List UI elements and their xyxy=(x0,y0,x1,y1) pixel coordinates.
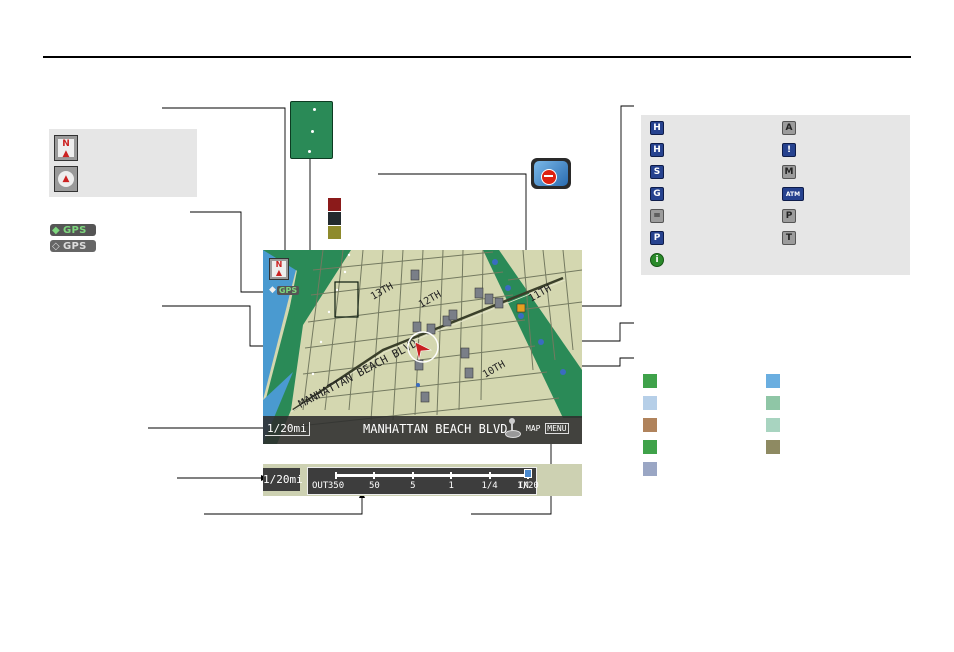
gps-off-icon: ◇ GPS xyxy=(50,240,96,252)
gas-station-icon: G xyxy=(650,187,664,201)
traffic-swatch-red xyxy=(328,198,341,211)
map-color-right-swatch xyxy=(766,418,780,432)
map-canvas[interactable]: 13TH 12TH 11TH 10TH MANHATTAN BEACH BLVD xyxy=(263,250,582,444)
map-status-bar: 1/20mi MANHATTAN BEACH BLVD MAP MENU xyxy=(263,416,582,444)
map-color-right-swatch xyxy=(766,440,780,454)
scale-out-label: OUT xyxy=(312,481,329,491)
map-menu-button[interactable]: MAP MENU xyxy=(526,423,569,434)
poi-legend-panel: H A H! S M G ATM = P P Ti xyxy=(641,115,910,275)
map-color-left-swatch xyxy=(643,418,657,432)
shopping-icon: S xyxy=(650,165,664,179)
traffic-swatch-olive xyxy=(328,226,341,239)
orientation-legend: N ▲ ▲ xyxy=(49,129,197,197)
map-color-right-swatch xyxy=(766,374,780,388)
acura-dealer-icon: A xyxy=(782,121,796,135)
museum-icon: M xyxy=(782,165,796,179)
scale-tick[interactable] xyxy=(335,472,337,479)
map-color-left-swatch xyxy=(643,462,657,476)
incident-icon xyxy=(531,158,571,189)
map-screen[interactable]: 13TH 12TH 11TH 10TH MANHATTAN BEACH BLVD… xyxy=(263,250,582,444)
map-gps-indicator: ◆ GPS xyxy=(269,285,300,295)
scale-slider-thumb[interactable] xyxy=(524,469,532,478)
construction-icon: ! xyxy=(782,143,796,157)
north-up-icon: N ▲ xyxy=(54,135,78,161)
post-office-icon: P xyxy=(650,231,664,245)
breadcrumb-sample xyxy=(290,101,333,159)
scale-tick[interactable] xyxy=(488,472,491,479)
honda-dealer-icon: H xyxy=(650,121,664,135)
map-color-left-swatch xyxy=(643,440,657,454)
traffic-swatch-dark xyxy=(328,212,341,225)
current-street-label: MANHATTAN BEACH BLVD xyxy=(363,422,508,436)
scale-tick-label: 1/4 xyxy=(481,481,498,491)
map-north-icon[interactable]: N ▲ xyxy=(269,258,289,280)
scale-tick-label: 1 xyxy=(448,481,454,491)
gps-on-icon: ◆ GPS xyxy=(50,224,96,236)
scale-bar-screen: 1/20mi 350 50 5 1 1/4 1/20 OUT IN xyxy=(263,464,582,496)
heading-up-icon: ▲ xyxy=(54,166,78,192)
hotel-icon: = xyxy=(650,209,664,223)
gps-legend: ◆ GPS ◇ GPS xyxy=(50,224,96,252)
map-color-left-swatch xyxy=(643,396,657,410)
train-station-icon: T xyxy=(782,231,796,245)
map-color-left-swatch xyxy=(643,374,657,388)
joystick-icon xyxy=(504,418,521,438)
scale-bar-label[interactable]: 1/20mi xyxy=(263,468,303,491)
information-icon: i xyxy=(650,253,664,267)
scale-tick[interactable] xyxy=(411,472,414,479)
scale-tick[interactable] xyxy=(450,472,453,479)
scale-tick-label: 5 xyxy=(410,481,416,491)
parking-icon: P xyxy=(782,209,796,223)
scale-track xyxy=(336,474,528,477)
map-scale-label[interactable]: 1/20mi xyxy=(265,422,310,436)
map-color-right-swatch xyxy=(766,396,780,410)
scale-in-label: IN xyxy=(518,481,529,491)
scale-selector[interactable]: 350 50 5 1 1/4 1/20 OUT IN xyxy=(307,467,539,495)
atm-icon: ATM xyxy=(782,187,804,201)
scale-tick[interactable] xyxy=(373,472,376,479)
scale-tick-label: 50 xyxy=(368,481,380,491)
hospital-icon: H xyxy=(650,143,664,157)
